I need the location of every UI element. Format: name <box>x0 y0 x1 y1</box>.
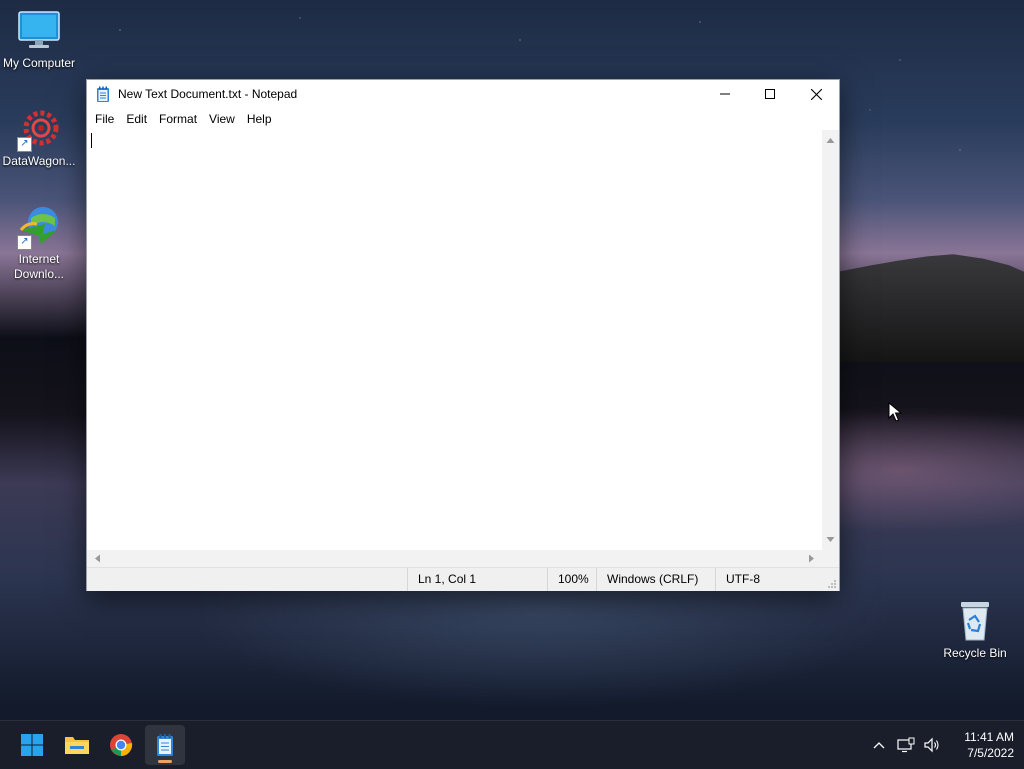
horizontal-scrollbar[interactable] <box>87 550 822 567</box>
taskbar-clock[interactable]: 11:41 AM 7/5/2022 <box>950 729 1014 761</box>
network-icon <box>897 737 915 753</box>
recycle-bin-icon <box>953 598 997 642</box>
desktop-icon-recycle-bin[interactable]: Recycle Bin <box>936 598 1014 661</box>
scroll-up-arrow-icon[interactable] <box>822 132 839 149</box>
status-bar: Ln 1, Col 1 100% Windows (CRLF) UTF-8 <box>87 567 839 591</box>
shortcut-arrow-icon: ↗ <box>17 235 32 250</box>
desktop-icon-label: Internet Downlo... <box>13 252 65 281</box>
clock-date: 7/5/2022 <box>967 746 1014 760</box>
scroll-right-arrow-icon[interactable] <box>803 550 820 567</box>
scroll-down-arrow-icon[interactable] <box>822 531 839 548</box>
monitor-icon <box>17 8 61 52</box>
notepad-app-icon <box>97 86 109 102</box>
close-button[interactable] <box>793 80 839 108</box>
tray-overflow-button[interactable] <box>868 721 890 769</box>
status-line-ending: Windows (CRLF) <box>596 568 715 591</box>
notepad-icon <box>157 734 173 756</box>
scrollbar-corner <box>822 550 839 567</box>
close-icon <box>810 88 822 100</box>
maximize-button[interactable] <box>747 80 793 108</box>
vertical-scrollbar[interactable] <box>822 130 839 550</box>
volume-button[interactable] <box>920 721 944 769</box>
file-explorer-icon <box>65 737 89 754</box>
text-caret <box>91 133 92 148</box>
scroll-left-arrow-icon[interactable] <box>89 550 106 567</box>
active-app-indicator <box>158 760 172 763</box>
notepad-window[interactable]: New Text Document.txt - Notepad File Edi… <box>86 79 840 591</box>
wallpaper-mountain <box>838 254 1024 362</box>
text-editor-area[interactable] <box>87 130 822 550</box>
maximize-icon <box>765 89 775 99</box>
volume-icon <box>924 737 939 753</box>
chrome-icon <box>110 734 133 756</box>
desktop-icon-datawagon[interactable]: ↗ DataWagon... <box>0 106 78 169</box>
menu-edit[interactable]: Edit <box>120 108 153 130</box>
start-button[interactable] <box>12 725 52 765</box>
minimize-icon <box>720 93 730 95</box>
desktop-icon-internet-download-manager[interactable]: ↗ Internet Downlo... <box>0 204 78 282</box>
status-zoom: 100% <box>547 568 596 591</box>
datawagon-gear-icon: ↗ <box>17 106 61 152</box>
status-cursor-position: Ln 1, Col 1 <box>407 568 546 591</box>
menu-bar: File Edit Format View Help <box>87 108 839 130</box>
menu-format[interactable]: Format <box>153 108 203 130</box>
internet-download-manager-icon: ↗ <box>17 204 61 250</box>
network-status-button[interactable] <box>894 721 918 769</box>
window-title: New Text Document.txt - Notepad <box>118 87 298 101</box>
taskbar-file-explorer[interactable] <box>57 725 97 765</box>
menu-file[interactable]: File <box>89 108 120 130</box>
menu-view[interactable]: View <box>203 108 241 130</box>
status-encoding: UTF-8 <box>715 568 826 591</box>
desktop-icon-label: Recycle Bin <box>943 646 1007 660</box>
taskbar-notepad[interactable] <box>145 725 185 765</box>
desktop-icon-label: DataWagon... <box>2 154 76 168</box>
menu-help[interactable]: Help <box>241 108 278 130</box>
resize-grip-icon[interactable] <box>827 579 837 589</box>
desktop-icon-label: My Computer <box>2 56 76 70</box>
clock-time: 11:41 AM <box>964 730 1014 744</box>
chevron-up-icon <box>873 742 885 749</box>
taskbar-chrome[interactable] <box>101 725 141 765</box>
shortcut-arrow-icon: ↗ <box>17 137 32 152</box>
minimize-button[interactable] <box>702 80 748 108</box>
mouse-pointer-icon <box>888 402 902 422</box>
title-bar[interactable]: New Text Document.txt - Notepad <box>87 80 839 108</box>
start-icon <box>21 734 43 756</box>
desktop-icon-my-computer[interactable]: My Computer <box>0 8 78 71</box>
taskbar: 11:41 AM 7/5/2022 <box>0 720 1024 769</box>
